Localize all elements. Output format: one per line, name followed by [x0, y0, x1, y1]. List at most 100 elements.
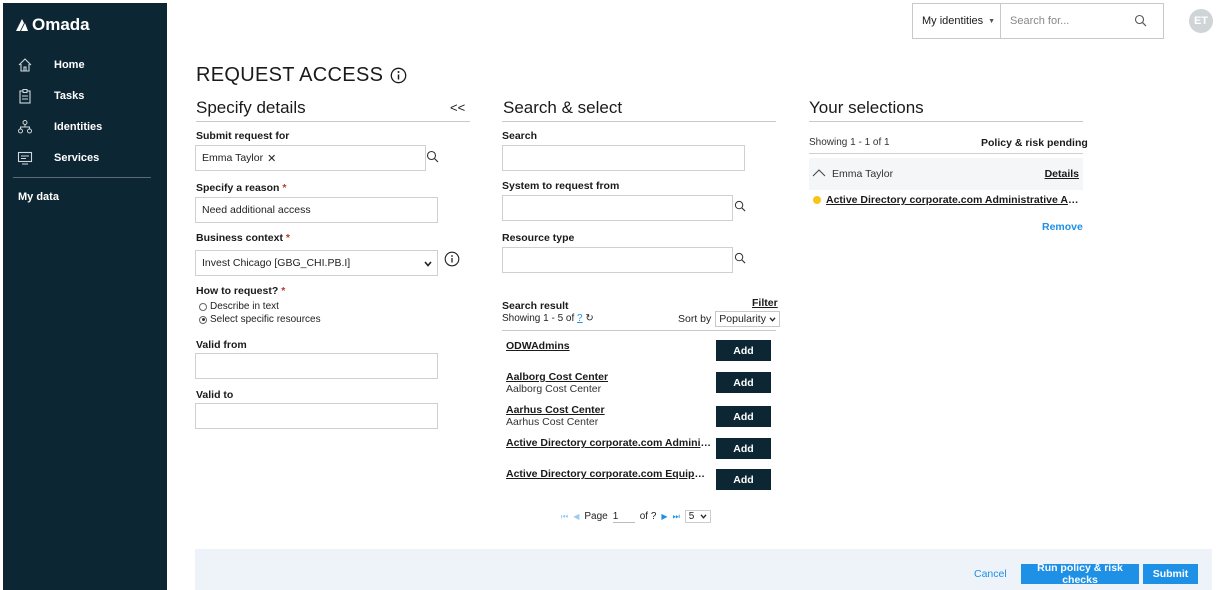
reason-value: Need additional access	[202, 204, 311, 216]
search-system-icon[interactable]	[734, 200, 746, 212]
required-mark: *	[285, 232, 290, 244]
search-result-label: Search result	[502, 300, 569, 312]
radio-describe-text[interactable]: Describe in text	[199, 301, 279, 312]
add-button[interactable]: Add	[716, 438, 771, 459]
add-button[interactable]: Add	[716, 340, 771, 361]
global-search	[1000, 3, 1164, 39]
sort-select[interactable]: Popularity	[715, 311, 780, 327]
last-page-icon[interactable]: ⏭	[673, 512, 680, 522]
chevron-up-icon[interactable]	[812, 169, 826, 177]
tasks-icon	[19, 89, 31, 104]
sidebar-item-tasks[interactable]: Tasks	[3, 83, 167, 109]
sort-value: Popularity	[719, 313, 766, 325]
valid-to-text[interactable]	[202, 404, 437, 428]
valid-to-label: Valid to	[196, 389, 234, 401]
valid-from-text[interactable]	[202, 354, 437, 378]
valid-from-input[interactable]	[195, 353, 438, 379]
home-icon	[18, 58, 32, 72]
submit-for-field[interactable]: Emma Taylor ✕	[195, 145, 426, 171]
selection-identity-row[interactable]: Emma Taylor Details	[809, 158, 1083, 190]
resource-search-input[interactable]	[502, 145, 745, 171]
required-mark: *	[281, 285, 286, 297]
search-identity-icon[interactable]	[426, 150, 439, 163]
sidebar-item-services[interactable]: Services	[3, 145, 167, 171]
chevron-down-icon	[769, 316, 776, 322]
sidebar-item-label: Identities	[54, 121, 103, 133]
your-selections-title: Your selections	[809, 98, 924, 117]
reason-input[interactable]: Need additional access	[195, 197, 438, 223]
details-link[interactable]: Details	[1045, 168, 1079, 180]
resource-search-text[interactable]	[509, 146, 744, 170]
page-title-text: REQUEST ACCESS	[196, 64, 384, 86]
divider	[809, 121, 1083, 122]
result-name-link[interactable]: Active Directory corporate.com Equipme..…	[506, 468, 712, 480]
identity-selector-label: My identities	[922, 15, 984, 27]
logo-text: Omada	[32, 15, 90, 34]
system-label: System to request from	[502, 180, 620, 192]
collapse-button[interactable]: <<	[450, 100, 465, 115]
divider	[196, 121, 470, 122]
add-button[interactable]: Add	[716, 372, 771, 393]
sidebar-divider	[13, 177, 151, 178]
search-icon[interactable]	[1134, 14, 1147, 27]
next-page-icon[interactable]: ▶	[661, 512, 667, 521]
resource-type-label: Resource type	[502, 232, 575, 244]
valid-from-label: Valid from	[196, 339, 247, 351]
radio-button[interactable]	[199, 302, 207, 311]
total-count-link[interactable]: ?	[577, 313, 583, 324]
resource-type-text[interactable]	[509, 248, 732, 272]
policy-status: Policy & risk pending	[981, 137, 1088, 149]
page-number-input[interactable]: 1	[612, 511, 635, 523]
prev-page-icon[interactable]: ◀	[573, 512, 579, 521]
submit-for-value: Emma Taylor	[202, 152, 264, 164]
search-label: Search	[502, 130, 538, 142]
sidebar-item-my-data[interactable]: My data	[18, 191, 59, 203]
services-icon	[17, 151, 33, 165]
refresh-icon[interactable]: ↻	[585, 313, 593, 324]
how-label-text: How to request?	[196, 285, 279, 297]
divider	[809, 153, 1083, 154]
business-context-select[interactable]: Invest Chicago [GBG_CHI.PB.I]	[195, 250, 438, 276]
reason-label-text: Specify a reason	[196, 182, 280, 194]
cancel-button[interactable]: Cancel	[974, 568, 1007, 580]
result-name-link[interactable]: Aalborg Cost Center	[506, 371, 608, 383]
sidebar-item-label: Home	[54, 59, 85, 71]
selections-count: Showing 1 - 1 of 1	[809, 137, 890, 148]
business-context-info-icon[interactable]	[444, 251, 460, 267]
sidebar-item-home[interactable]: Home	[3, 52, 167, 78]
divider	[502, 330, 776, 331]
result-subtitle: Aarhus Cost Center	[506, 416, 599, 428]
remove-link[interactable]: Remove	[1042, 221, 1083, 233]
search-resource-type-icon[interactable]	[734, 252, 746, 264]
identity-selector[interactable]: My identities ▼	[912, 3, 1001, 39]
add-button[interactable]: Add	[716, 406, 771, 427]
divider	[502, 121, 776, 122]
page-size-value: 5	[688, 511, 695, 522]
filter-link[interactable]: Filter	[752, 297, 778, 309]
first-page-icon[interactable]: ⏮	[561, 512, 568, 522]
resource-type-input[interactable]	[502, 247, 733, 273]
global-search-input[interactable]	[1001, 4, 1131, 38]
result-name-link[interactable]: Aarhus Cost Center	[506, 404, 605, 416]
system-input[interactable]	[502, 195, 733, 221]
result-name-link[interactable]: Active Directory corporate.com Administ.…	[506, 437, 712, 449]
page-size-select[interactable]: 5	[684, 510, 712, 523]
avatar[interactable]: ET	[1189, 9, 1213, 33]
radio-button-selected[interactable]	[199, 315, 207, 324]
sidebar-item-identities[interactable]: Identities	[3, 114, 167, 140]
system-text[interactable]	[509, 196, 732, 220]
valid-to-input[interactable]	[195, 403, 438, 429]
selected-resource-link[interactable]: Active Directory corporate.com Administr…	[826, 194, 1083, 206]
remove-identity-icon[interactable]: ✕	[267, 152, 276, 165]
identities-icon	[18, 120, 32, 134]
business-context-label: Business context *	[196, 232, 290, 244]
info-icon[interactable]	[390, 67, 407, 84]
result-name-link[interactable]: ODWAdmins	[506, 340, 570, 352]
submit-button[interactable]: Submit	[1143, 564, 1198, 584]
radio-select-resources[interactable]: Select specific resources	[199, 314, 321, 325]
page-label: Page	[584, 511, 608, 522]
omada-logo[interactable]: Omada	[15, 15, 90, 35]
result-subtitle: Aalborg Cost Center	[506, 383, 602, 395]
add-button[interactable]: Add	[716, 469, 771, 490]
run-policy-checks-button[interactable]: Run policy & risk checks	[1021, 562, 1139, 586]
